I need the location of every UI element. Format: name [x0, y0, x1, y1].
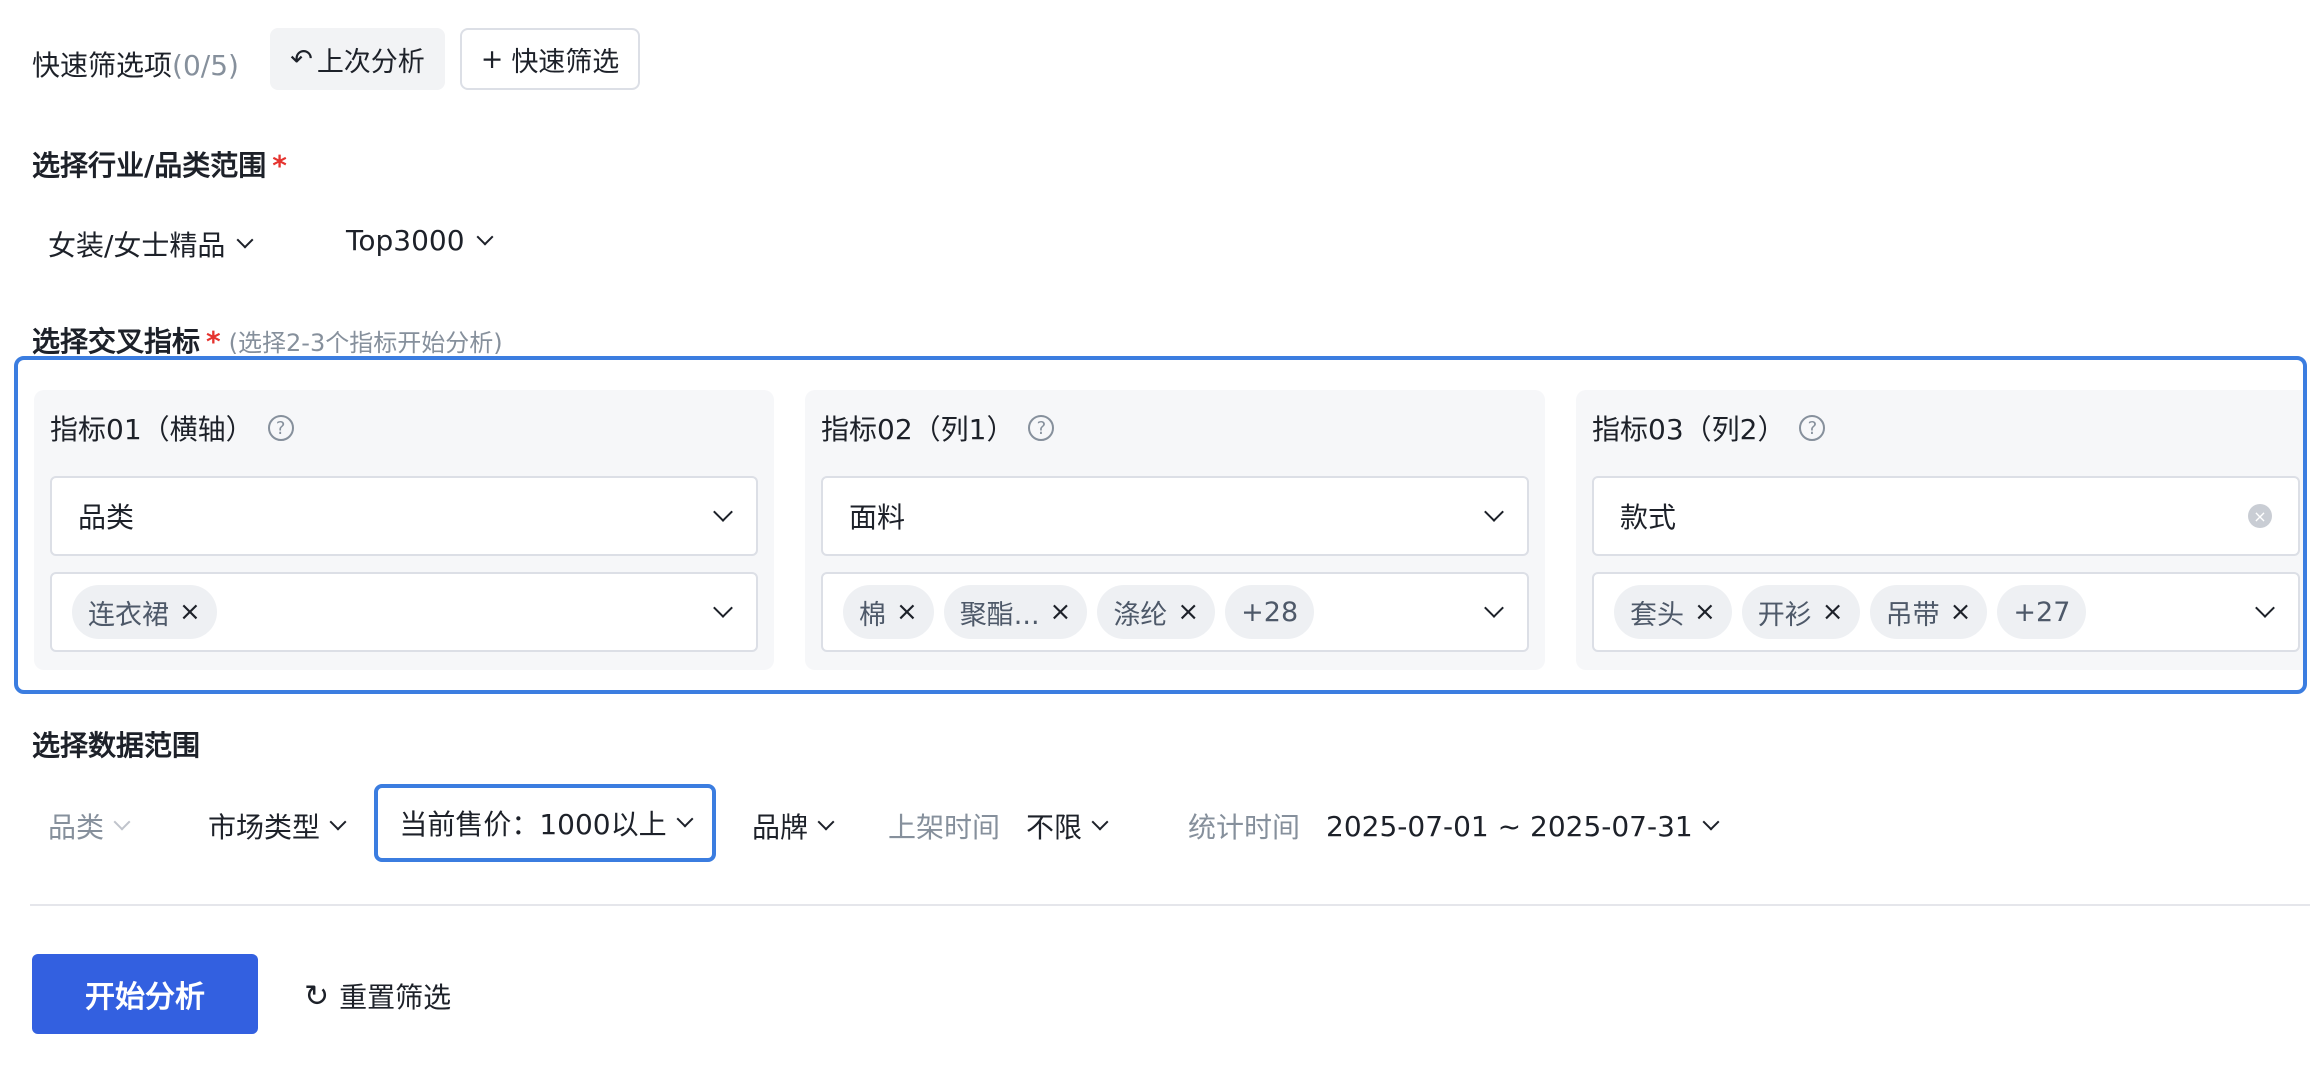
chevron-down-icon	[713, 502, 733, 522]
tag-label: 涤纶	[1113, 599, 1168, 631]
price-label: 当前售价：1000以上	[399, 808, 667, 841]
chevron-down-icon	[676, 810, 694, 828]
close-icon[interactable]: ×	[179, 597, 201, 627]
plus-icon: +	[480, 43, 504, 75]
indicator-3-field-select[interactable]: 款式 ×	[1592, 476, 2300, 556]
range-category-dropdown[interactable]: 品类	[48, 806, 131, 846]
indicator-1-field-value: 品类	[78, 501, 135, 534]
close-icon[interactable]: ×	[1694, 597, 1716, 627]
indicator-1-field-select[interactable]: 品类	[50, 476, 758, 556]
undo-icon: ↶	[290, 43, 313, 75]
industry-title-text: 选择行业/品类范围	[32, 149, 267, 182]
listing-time-dropdown[interactable]: 上架时间 不限	[888, 806, 1109, 846]
refresh-icon: ↻	[304, 978, 330, 1014]
market-type-label: 市场类型	[208, 811, 321, 844]
tag-label: 棉	[859, 599, 886, 631]
market-type-dropdown[interactable]: 市场类型	[208, 806, 347, 846]
close-icon[interactable]: ×	[1822, 597, 1844, 627]
chevron-down-icon	[1484, 502, 1504, 522]
value-tag: 聚酯... ×	[943, 585, 1088, 639]
chevron-down-icon	[113, 813, 131, 831]
add-quick-filter-button[interactable]: + 快速筛选	[460, 28, 640, 90]
start-analysis-button[interactable]: 开始分析	[32, 954, 258, 1034]
chevron-down-icon	[476, 228, 494, 245]
industry-section-title: 选择行业/品类范围 *	[32, 144, 287, 184]
help-icon[interactable]: ?	[267, 415, 294, 441]
chevron-down-icon	[713, 598, 733, 618]
range-category-label: 品类	[48, 811, 105, 844]
stat-time-label: 统计时间	[1188, 811, 1301, 844]
reset-filter-label: 重置筛选	[339, 981, 452, 1014]
indicator-3-field-value: 款式	[1620, 501, 1677, 534]
listing-time-label: 上架时间	[888, 811, 1001, 844]
indicator-3-title: 指标03（列2）	[1592, 413, 1786, 446]
divider	[30, 904, 2310, 906]
required-mark: *	[272, 149, 287, 182]
listing-time-value: 不限	[1026, 811, 1083, 844]
close-icon[interactable]: ×	[1177, 597, 1199, 627]
chevron-down-icon	[236, 231, 254, 249]
indicator-1-values-select[interactable]: 连衣裙 ×	[50, 572, 758, 652]
chevron-down-icon	[329, 813, 347, 831]
last-analysis-button[interactable]: ↶ 上次分析	[270, 28, 445, 90]
reset-filter-button[interactable]: ↻ 重置筛选	[304, 976, 451, 1016]
quick-filter-label: 快速筛选项(0/5)	[32, 44, 239, 84]
close-icon[interactable]: ×	[896, 597, 918, 627]
value-tag: 吊带 ×	[1869, 585, 1988, 639]
price-dropdown[interactable]: 当前售价：1000以上	[374, 784, 716, 862]
chevron-down-icon	[817, 813, 835, 831]
value-tag: 连衣裙 ×	[72, 585, 217, 639]
close-icon[interactable]: ×	[1050, 597, 1072, 627]
indicator-card-title: 指标03（列2） ?	[1592, 408, 1826, 448]
chevron-down-icon	[2255, 598, 2275, 618]
indicator-2-title: 指标02（列1）	[821, 413, 1015, 446]
clear-icon[interactable]: ×	[2248, 504, 2272, 528]
more-tags-badge[interactable]: +27	[1997, 585, 2087, 639]
brand-label: 品牌	[752, 811, 809, 844]
indicator-card-2: 指标02（列1） ? 面料 棉 × 聚酯... × 涤纶 × +28	[805, 390, 1545, 670]
help-icon[interactable]: ?	[1028, 415, 1055, 441]
indicator-card-1: 指标01（横轴） ? 品类 连衣裙 ×	[34, 390, 774, 670]
chevron-down-icon	[1091, 813, 1109, 831]
indicator-card-title: 指标01（横轴） ?	[50, 408, 294, 448]
indicator-card-3: 指标03（列2） ? 款式 × 套头 × 开衫 × 吊带 × +27	[1576, 390, 2303, 670]
last-analysis-label: 上次分析	[316, 46, 425, 78]
help-icon[interactable]: ?	[1799, 415, 1826, 441]
indicator-2-field-value: 面料	[849, 501, 906, 534]
quick-filter-count: (0/5)	[172, 49, 239, 82]
value-tag: 涤纶 ×	[1097, 585, 1216, 639]
cross-title-text: 选择交叉指标	[32, 325, 201, 358]
brand-dropdown[interactable]: 品牌	[752, 806, 835, 846]
add-quick-filter-label: 快速筛选	[511, 46, 620, 78]
tag-label: 开衫	[1757, 599, 1812, 631]
cross-section-title: 选择交叉指标 * (选择2-3个指标开始分析)	[32, 320, 503, 360]
value-tag: 开衫 ×	[1741, 585, 1860, 639]
close-icon[interactable]: ×	[1950, 597, 1972, 627]
chevron-down-icon	[1484, 598, 1504, 618]
stat-time-dropdown[interactable]: 统计时间 2025-07-01 ~ 2025-07-31	[1188, 806, 1720, 846]
more-tags-badge[interactable]: +28	[1225, 585, 1315, 639]
chevron-down-icon	[1702, 813, 1720, 831]
tag-label: 套头	[1630, 599, 1684, 631]
value-tag: 套头 ×	[1614, 585, 1732, 639]
indicator-2-values-select[interactable]: 棉 × 聚酯... × 涤纶 × +28	[821, 572, 1529, 652]
cross-hint: (选择2-3个指标开始分析)	[228, 329, 503, 357]
data-range-title: 选择数据范围	[32, 729, 201, 762]
indicator-1-title: 指标01（横轴）	[50, 413, 254, 446]
tag-label: 吊带	[1885, 599, 1940, 631]
cross-indicator-panel: 指标01（横轴） ? 品类 连衣裙 × 指标02（列1） ? 面料 棉 × 聚酯…	[14, 356, 2307, 694]
stat-time-value: 2025-07-01 ~ 2025-07-31	[1326, 809, 1693, 843]
rank-value: Top3000	[346, 224, 465, 257]
tag-label: 聚酯...	[959, 599, 1040, 631]
industry-category-dropdown[interactable]: 女装/女士精品	[48, 224, 254, 264]
quick-filter-text: 快速筛选项	[32, 49, 173, 82]
indicator-3-values-select[interactable]: 套头 × 开衫 × 吊带 × +27	[1592, 572, 2300, 652]
industry-category-value: 女装/女士精品	[48, 229, 226, 262]
tag-label: 连衣裙	[88, 599, 169, 631]
indicator-2-field-select[interactable]: 面料	[821, 476, 1529, 556]
rank-dropdown[interactable]: Top3000	[346, 224, 494, 257]
indicator-card-title: 指标02（列1） ?	[821, 408, 1055, 448]
required-mark: *	[206, 325, 221, 358]
value-tag: 棉 ×	[843, 585, 934, 639]
